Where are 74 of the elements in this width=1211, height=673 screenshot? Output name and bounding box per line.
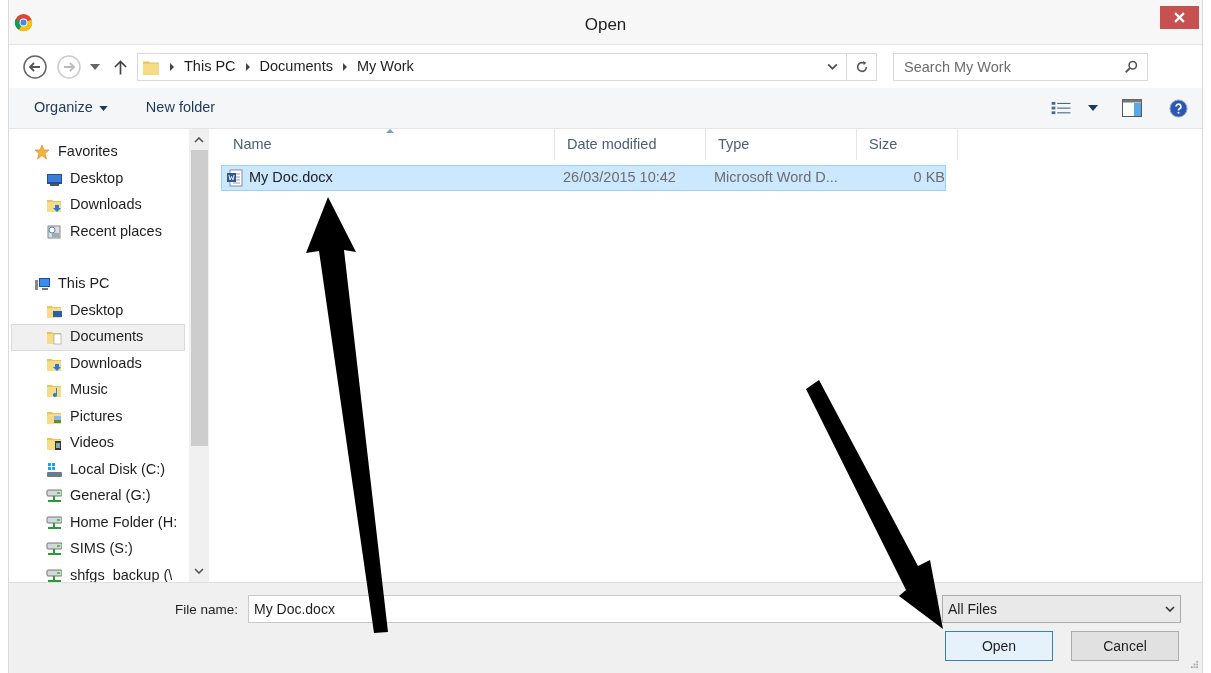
breadcrumb[interactable]: Documents <box>259 55 333 78</box>
window-title: Open <box>584 14 627 36</box>
sidebar-item[interactable]: Videos <box>11 430 185 457</box>
column-header[interactable]: Size <box>857 129 958 160</box>
preview-pane-icon[interactable] <box>1122 99 1142 117</box>
sidebar-item[interactable]: Recent places <box>11 218 185 245</box>
sidebar-item[interactable]: Desktop <box>11 297 185 324</box>
recent-icon <box>46 223 62 240</box>
new-folder-button[interactable]: New folder <box>145 97 216 119</box>
file-name-field[interactable]: My Doc.docx <box>248 595 938 623</box>
file-name-label: File name: <box>175 601 239 619</box>
sort-arrow-icon <box>386 129 394 133</box>
caret-icon[interactable] <box>90 63 100 70</box>
sidebar-item[interactable]: Pictures <box>11 403 185 430</box>
sidebar-item[interactable]: Home Folder (H: <box>11 509 185 536</box>
sidebar-item[interactable]: Favorites <box>11 139 185 166</box>
chevron-down-icon <box>1165 606 1175 612</box>
documents-icon <box>46 329 62 346</box>
network-icon <box>46 514 62 531</box>
browser-logo-icon <box>14 12 33 32</box>
chevron-right-icon <box>342 62 347 71</box>
music-icon <box>46 382 62 399</box>
breadcrumb[interactable]: This PC <box>184 55 236 78</box>
column-header[interactable]: Type <box>706 129 857 160</box>
date-modified: 26/03/2015 10:42 <box>562 168 677 188</box>
address-bar[interactable]: This PC Documents My Work <box>137 52 877 81</box>
chevron-up-icon[interactable] <box>194 137 204 143</box>
downloads-icon <box>46 197 62 214</box>
resize-grip-icon[interactable] <box>1190 660 1199 669</box>
search-field[interactable]: Search My Work <box>893 52 1148 81</box>
chevron-down-icon[interactable] <box>827 63 838 70</box>
search-icon <box>1124 59 1138 74</box>
chevron-right-icon <box>170 62 174 71</box>
sidebar-item[interactable]: Music <box>11 377 185 404</box>
file-name: My Doc.docx <box>249 168 333 188</box>
organize-menu[interactable]: Organize <box>34 97 108 119</box>
file-size: 0 KB <box>912 168 945 188</box>
caret-icon[interactable] <box>1088 105 1098 111</box>
view-list-icon[interactable] <box>1051 100 1071 116</box>
chevron-down-icon[interactable] <box>194 568 204 574</box>
column-header[interactable]: Name <box>221 129 555 160</box>
sidebar-item[interactable]: Local Disk (C:) <box>11 456 185 483</box>
star-icon <box>34 144 50 161</box>
file-type-dropdown[interactable]: All Files <box>942 595 1181 623</box>
chevron-right-icon <box>245 62 250 71</box>
network-icon <box>46 541 62 558</box>
computer-icon <box>34 276 50 293</box>
help-icon[interactable] <box>1169 98 1188 118</box>
word-document-icon <box>227 169 243 187</box>
scrollbar[interactable] <box>189 129 209 582</box>
sidebar-item[interactable]: Downloads <box>11 350 185 377</box>
close-icon <box>1174 12 1185 23</box>
column-header[interactable]: Date modified <box>555 129 706 160</box>
network-icon <box>46 488 62 505</box>
breadcrumb[interactable]: My Work <box>356 55 414 78</box>
scrollbar-thumb[interactable] <box>190 150 208 446</box>
sidebar-item[interactable]: General (G:) <box>11 483 185 510</box>
sidebar-item[interactable]: SIMS (S:) <box>11 536 185 563</box>
close-button[interactable] <box>1160 6 1199 29</box>
caret-icon <box>98 105 108 111</box>
file-type: Microsoft Word D... <box>713 168 839 188</box>
videos-icon <box>46 435 62 452</box>
sidebar-item[interactable]: Desktop <box>11 165 185 192</box>
sidebar-item[interactable]: shfgs_backup (\ <box>11 562 185 582</box>
refresh-icon <box>854 59 869 74</box>
up-arrow-icon[interactable] <box>114 58 127 75</box>
back-icon[interactable] <box>23 54 47 79</box>
file-row[interactable]: My Doc.docx 26/03/2015 10:42 Microsoft Word D... 0 KB <box>221 165 946 191</box>
sidebar-item[interactable]: Downloads <box>11 192 185 219</box>
sidebar-item[interactable]: Documents <box>11 324 185 351</box>
cancel-button[interactable]: Cancel <box>1071 631 1179 661</box>
open-button[interactable]: Open <box>945 631 1053 661</box>
disk-icon <box>46 461 62 478</box>
sidebar-item[interactable]: This PC <box>11 271 185 298</box>
